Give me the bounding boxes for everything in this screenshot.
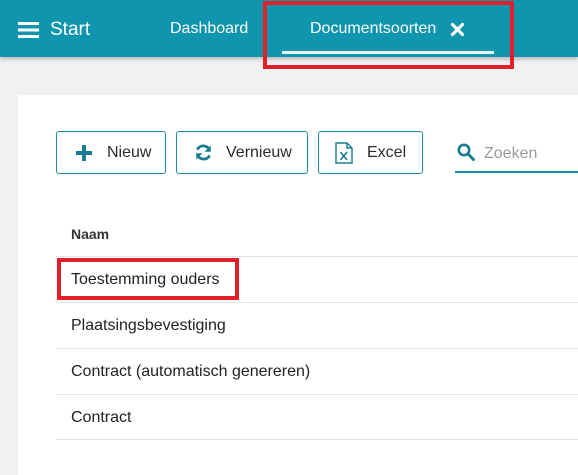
hamburger-menu-icon bbox=[18, 22, 39, 38]
table-row[interactable]: Contract bbox=[56, 394, 578, 440]
search-icon bbox=[457, 143, 475, 161]
table-row[interactable]: Plaatsingsbevestiging bbox=[56, 302, 578, 348]
tab-documentsoorten-label: Documentsoorten bbox=[310, 20, 437, 37]
active-tab-indicator bbox=[282, 51, 494, 54]
search-box bbox=[455, 137, 578, 173]
top-navigation-bar: Start Dashboard Documentsoorten bbox=[0, 0, 578, 57]
refresh-button-label: Vernieuw bbox=[226, 143, 292, 161]
refresh-button[interactable]: Vernieuw bbox=[176, 131, 308, 174]
app-title: Start bbox=[50, 19, 91, 40]
excel-button[interactable]: Excel bbox=[318, 131, 423, 174]
row-name: Contract bbox=[71, 409, 132, 426]
new-button-label: Nieuw bbox=[107, 143, 152, 161]
table-row[interactable]: Contract (automatisch genereren) bbox=[56, 348, 578, 394]
search-input[interactable] bbox=[484, 139, 578, 169]
excel-file-icon bbox=[335, 141, 353, 164]
refresh-icon bbox=[195, 144, 212, 161]
excel-button-label: Excel bbox=[367, 143, 407, 161]
table-row[interactable]: Toestemming ouders bbox=[56, 256, 578, 302]
row-name: Plaatsingsbevestiging bbox=[71, 317, 226, 334]
close-icon[interactable] bbox=[450, 22, 465, 37]
tab-dashboard[interactable]: Dashboard bbox=[170, 20, 248, 38]
row-name: Toestemming ouders bbox=[71, 271, 220, 288]
menu-button[interactable]: Start bbox=[18, 17, 90, 43]
column-header-naam[interactable]: Naam bbox=[71, 226, 109, 242]
row-name: Contract (automatisch genereren) bbox=[71, 363, 311, 380]
tab-documentsoorten[interactable]: Documentsoorten bbox=[282, 0, 494, 57]
new-button[interactable]: Nieuw bbox=[56, 131, 166, 174]
plus-icon bbox=[76, 144, 92, 161]
